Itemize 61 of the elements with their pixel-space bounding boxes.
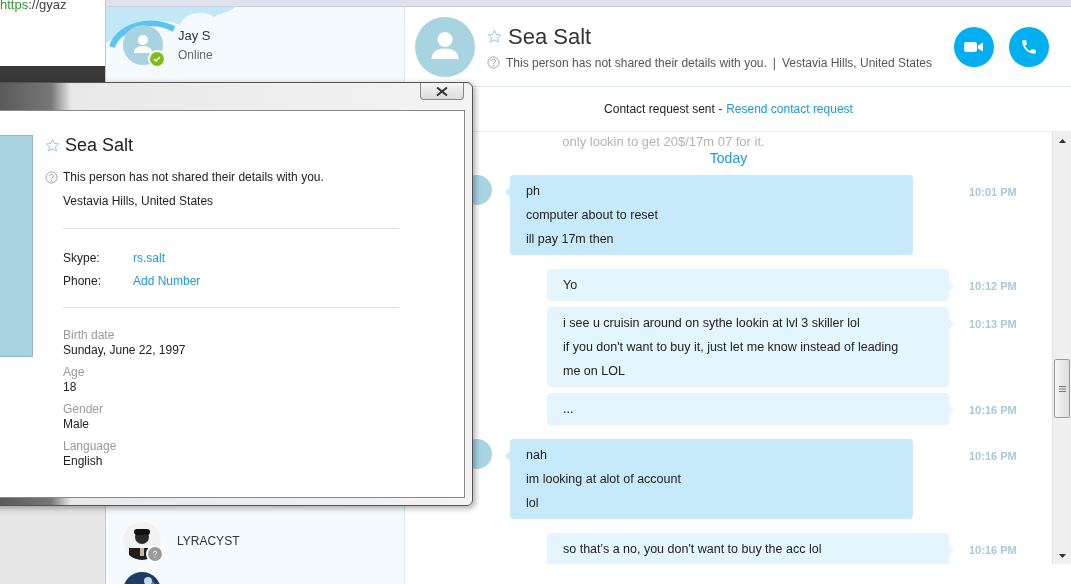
avatar-icon	[123, 25, 163, 65]
star-icon[interactable]	[487, 29, 502, 44]
account-link[interactable]: rs.salt	[133, 250, 165, 265]
video-call-button[interactable]	[954, 26, 994, 67]
separator-text: |	[772, 55, 776, 70]
field-value: Sunday, June 22, 1997	[63, 343, 187, 358]
message-text: nah	[526, 447, 548, 464]
message-text: lol	[526, 495, 540, 512]
faded-message-text: only lookin to get 20$/17m 07 for it.	[561, 134, 766, 150]
message-text: ph	[526, 183, 541, 200]
message-text: computer about to reset	[526, 207, 660, 224]
contact-location: Vestavia Hills, United States	[781, 55, 932, 70]
scrollbar[interactable]	[1052, 132, 1071, 564]
account-label: Phone:	[63, 273, 103, 288]
star-icon[interactable]	[45, 138, 60, 153]
location-text: Vestavia Hills, United States	[63, 194, 215, 208]
field-value: English	[63, 454, 104, 469]
field-label: Language	[63, 439, 118, 454]
user-status: Online	[178, 48, 213, 62]
message-text: ...	[563, 401, 575, 418]
contact-title: Sea Salt	[508, 23, 592, 50]
message-text: if you don't want to buy it, just let me know instead of leading me on LOL	[563, 339, 900, 380]
message-text: im looking at alot of account	[526, 471, 682, 488]
message-text: Yo	[563, 277, 579, 294]
scroll-up-icon[interactable]	[1058, 138, 1066, 143]
message-time: 10:16 PM	[969, 543, 1018, 558]
account-label: Skype:	[63, 250, 101, 265]
scroll-down-icon[interactable]	[1058, 553, 1066, 558]
message-time: 10:13 PM	[969, 317, 1018, 332]
request-status-text: Contact request sent -	[604, 102, 723, 116]
close-icon	[436, 86, 448, 96]
video-camera-icon	[964, 40, 984, 53]
help-icon	[487, 56, 500, 69]
message-text: i see u cruisin around on sythe lookin at lvl 3 skiller lol	[563, 315, 861, 332]
field-label: Age	[63, 365, 86, 380]
profile-name: Sea Salt	[65, 135, 134, 156]
user-name: Jay S	[178, 28, 212, 43]
field-value: Male	[63, 417, 90, 432]
scroll-thumb[interactable]	[1054, 359, 1070, 418]
field-label: Gender	[63, 402, 105, 417]
close-button[interactable]	[420, 83, 464, 100]
contact-item[interactable]: LYRACYST	[106, 516, 404, 566]
contact-details-note: This person has not shared their details with you.	[506, 55, 767, 70]
contact-name: LYRACYST	[177, 534, 240, 548]
day-divider-text: Today	[708, 150, 749, 168]
field-label: Birth date	[63, 328, 116, 343]
field-value: 18	[63, 380, 78, 395]
url-text: https://gyaz	[0, 0, 67, 12]
message-time: 10:16 PM	[969, 403, 1018, 418]
account-link[interactable]: Add Number	[133, 273, 201, 288]
message-text: ill pay 17m then	[526, 231, 615, 248]
message-text: so that's a no, you don't want to buy the acc lol	[563, 541, 823, 558]
details-note: This person has not shared their details with you.	[63, 170, 324, 184]
message-time: 10:01 PM	[969, 185, 1018, 200]
resend-request-link[interactable]: Resend contact request	[726, 102, 853, 116]
phone-icon	[1020, 37, 1038, 56]
avatar-icon	[415, 16, 475, 77]
message-time: 10:16 PM	[969, 449, 1018, 464]
call-button[interactable]	[1009, 26, 1049, 67]
help-icon	[45, 170, 58, 184]
message-time: 10:12 PM	[969, 279, 1018, 294]
